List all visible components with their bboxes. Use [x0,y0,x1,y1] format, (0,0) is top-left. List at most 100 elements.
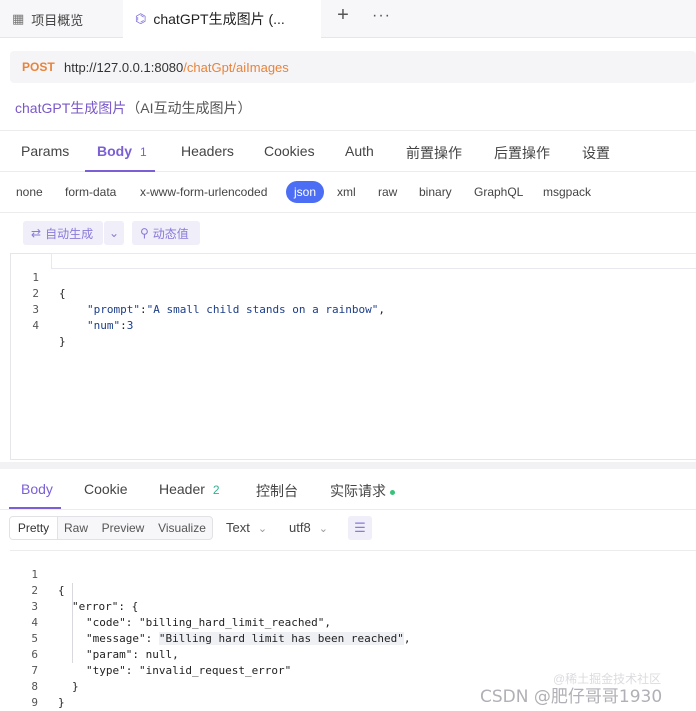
indent-guide [72,583,73,663]
code-text: } [58,696,65,709]
code-line: 3 "code": "billing_hard_limit_reached", [10,583,331,629]
code-line: 1 { [10,551,64,597]
status-dot-icon [390,489,395,495]
tab-cookies[interactable]: Cookies [264,143,315,159]
auto-generate-dropdown[interactable]: ⌄ [104,221,124,245]
json-comma: , [403,632,411,645]
code-line: 2 "prompt":"A small child stands on a ra… [11,270,385,316]
json-number: 3 [126,319,134,332]
body-type-graphql[interactable]: GraphQL [474,185,523,199]
format-pretty[interactable]: Pretty [10,517,58,539]
code-text: "param": null, [86,648,179,661]
code-line: 7 } [10,647,78,693]
code-line: 1 { [11,254,65,300]
tab-label: chatGPT生成图片 (... [153,11,285,27]
tab-params[interactable]: Params [21,143,69,159]
tab-pre-operations[interactable]: 前置操作 [406,143,462,163]
format-raw[interactable]: Raw [60,517,92,539]
format-segmented-control: Pretty Raw Preview Visualize [9,516,213,540]
wrap-lines-icon: ☰ [354,520,366,535]
tab-body-badge: 1 [140,145,147,159]
code-line: 8 } [10,663,64,709]
code-text: "code": "billing_hard_limit_reached", [86,616,332,629]
highlighted-string: "Billing hard limit has been reached" [158,632,404,645]
code-text: { [59,287,66,300]
json-key: "prompt" [87,303,140,316]
table-icon: ▦ [12,11,25,26]
dynamic-value-button[interactable]: ⚲ 动态值 [132,221,200,245]
request-tabs: Params Body 1 Headers Cookies Auth 前置操作 后… [0,130,696,172]
response-tab-header[interactable]: Header 2 [159,481,220,497]
tab-project-overview[interactable]: ▦ 项目概览 [0,0,122,38]
request-description: （AI互动生成图片） [126,100,252,116]
url-bar[interactable]: POST http://127.0.0.1:8080/chatGpt/aiIma… [10,51,696,83]
response-tab-actual-request[interactable]: 实际请求 [330,481,395,501]
response-tab-body[interactable]: Body [21,481,53,497]
body-type-xml[interactable]: xml [337,185,356,199]
swap-icon: ⇄ [31,226,42,240]
pane-divider[interactable] [0,462,696,469]
code-text: } [59,335,66,348]
chevron-down-icon: ⌄ [108,226,120,240]
response-tab-header-label: Header [159,481,205,497]
json-colon: : [120,319,127,332]
json-string: "A small child stands on a rainbow" [146,303,379,316]
code-line: 2 "error": { [10,567,138,613]
body-type-json[interactable]: json [286,181,325,203]
response-tab-console[interactable]: 控制台 [256,481,298,501]
body-type-msgpack[interactable]: msgpack [543,185,591,199]
word-wrap-button[interactable]: ☰ [348,516,372,540]
chevron-down-icon: ⌄ [318,523,328,535]
dynamic-value-label: 动态值 [152,226,189,241]
magic-wand-icon: ⚲ [140,226,149,240]
chevron-down-icon: ⌄ [257,523,268,535]
tab-auth[interactable]: Auth [345,143,374,159]
active-tab-indicator [85,170,155,172]
body-type-none[interactable]: none [16,185,43,199]
code-text: "prompt":"A small child stands on a rain… [87,302,385,318]
code-text: "error": { [72,600,139,613]
response-tab-cookie[interactable]: Cookie [84,481,128,497]
code-text: "type": "invalid_request_error" [86,664,292,677]
tab-body[interactable]: Body 1 [97,143,147,159]
response-tab-actual-request-label: 实际请求 [330,483,386,499]
json-key: "num" [87,319,121,332]
format-visualize[interactable]: Visualize [154,517,210,539]
code-text: "num":3 [87,318,133,334]
body-type-binary[interactable]: binary [419,185,452,199]
tab-headers[interactable]: Headers [181,143,234,159]
auto-generate-label: 自动生成 [45,226,94,241]
body-type-urlencoded[interactable]: x-www-form-urlencoded [140,185,267,199]
url-host[interactable]: http://127.0.0.1:8080 [64,60,183,75]
encoding-value: utf8 [289,520,311,535]
body-type-form-data[interactable]: form-data [65,185,116,199]
response-tab-header-badge: 2 [212,483,220,497]
auto-generate-button[interactable]: ⇄ 自动生成 [23,221,103,245]
tab-bar: ▦ 项目概览 ⌬ chatGPT生成图片 (... + ··· [0,0,696,38]
code-text: { [58,584,65,597]
add-tab-button[interactable]: + [332,4,354,27]
format-preview[interactable]: Preview [98,517,148,539]
text-type-select[interactable]: Text ⌄ [226,520,267,535]
body-type-raw[interactable]: raw [378,185,397,199]
encoding-select[interactable]: utf8 ⌄ [289,520,328,535]
code-text: "message": "Billing hard limit has been … [86,631,411,647]
request-name-text: chatGPT生成图片 [15,100,127,116]
tab-request[interactable]: ⌬ chatGPT生成图片 (... [123,0,321,38]
response-tabs: Body Cookie Header 2 控制台 实际请求 [0,470,696,510]
code-line: 9 [10,679,38,709]
more-tabs-button[interactable]: ··· [372,7,391,25]
tab-post-operations[interactable]: 后置操作 [494,143,550,163]
divider [0,212,696,213]
current-line-highlight [51,253,696,269]
text-type-value: Text [226,520,250,535]
tab-settings[interactable]: 设置 [582,143,610,163]
line-number: 9 [31,696,38,709]
code-line: 3 "num":3 [11,286,133,332]
watermark-csdn: CSDN @肥仔哥哥1930 [480,682,662,707]
json-key: "message": [86,632,159,645]
json-colon: : [139,303,147,316]
url-path[interactable]: /chatGpt/aiImages [183,60,289,75]
request-body-editor[interactable]: 1 { 2 "prompt":"A small child stands on … [10,253,696,460]
http-method[interactable]: POST [22,60,64,74]
